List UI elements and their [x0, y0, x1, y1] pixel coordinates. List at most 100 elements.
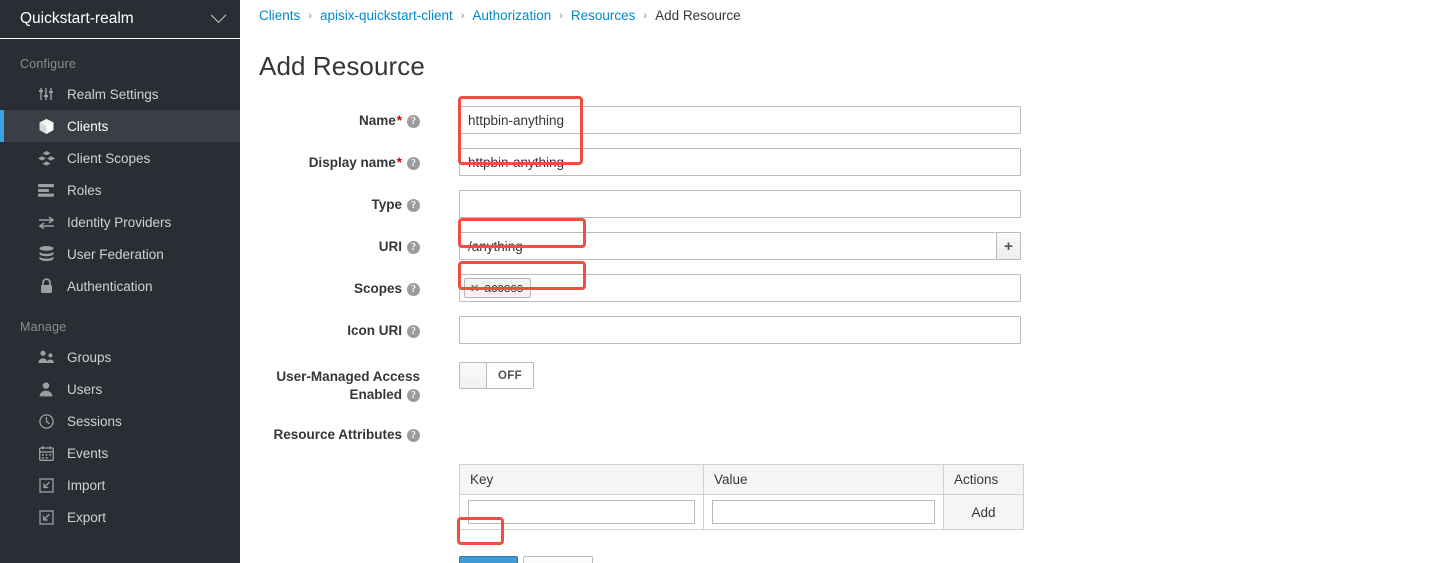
- label-type-text: Type: [371, 197, 402, 212]
- field-row-user-managed-access: User-Managed Access Enabled? OFF: [240, 360, 1439, 404]
- required-marker: *: [396, 155, 402, 170]
- label-resource-attributes-text: Resource Attributes: [273, 427, 402, 442]
- calendar-icon: [36, 444, 56, 462]
- type-input[interactable]: [459, 190, 1021, 218]
- help-circle-icon[interactable]: ?: [407, 325, 420, 338]
- label-user-managed-access: User-Managed Access Enabled?: [240, 360, 420, 404]
- sidebar-item-authentication[interactable]: Authentication: [0, 270, 240, 302]
- sidebar-item-groups[interactable]: Groups: [0, 341, 240, 373]
- sidebar-item-import[interactable]: Import: [0, 469, 240, 501]
- breadcrumb-item-client[interactable]: apisix-quickstart-client: [320, 8, 453, 23]
- resource-attributes-table-wrap: Key Value Actions Add: [459, 464, 1439, 530]
- scope-chip[interactable]: ✕ access: [464, 278, 532, 298]
- table-body: Add: [459, 494, 1024, 530]
- sidebar-item-realm-settings[interactable]: Realm Settings: [0, 78, 240, 110]
- sidebar-item-label: Groups: [67, 349, 112, 365]
- sidebar-item-sessions[interactable]: Sessions: [0, 405, 240, 437]
- icon-uri-input[interactable]: [459, 316, 1021, 344]
- sidebar-item-clients[interactable]: Clients: [0, 110, 240, 142]
- cancel-button[interactable]: Cancel: [522, 556, 593, 563]
- breadcrumb-separator-icon: ›: [308, 9, 312, 22]
- add-uri-button[interactable]: +: [996, 232, 1021, 260]
- help-circle-icon[interactable]: ?: [407, 389, 420, 402]
- sidebar-item-export[interactable]: Export: [0, 501, 240, 533]
- add-attribute-button[interactable]: Add: [943, 494, 1024, 530]
- resource-attributes-table: Key Value Actions Add: [459, 464, 1024, 530]
- scope-chip-label: access: [484, 281, 524, 295]
- table-row: Add: [459, 494, 1024, 530]
- breadcrumb: Clients › apisix-quickstart-client › Aut…: [240, 0, 1439, 26]
- sidebar-item-client-scopes[interactable]: Client Scopes: [0, 142, 240, 174]
- sidebar-item-roles[interactable]: Roles: [0, 174, 240, 206]
- label-uma-line2-wrap: Enabled?: [240, 386, 420, 404]
- import-arrow-icon: [36, 476, 56, 494]
- field-row-resource-attributes: Resource Attributes?: [240, 426, 1439, 458]
- field-row-type: Type?: [240, 188, 1439, 220]
- label-uma-line1: User-Managed Access: [276, 369, 420, 384]
- user-managed-access-toggle[interactable]: OFF: [459, 362, 534, 389]
- realm-selector[interactable]: Quickstart-realm: [0, 0, 240, 39]
- keycloak-admin-console: Quickstart-realm Configure Realm Setting…: [0, 0, 1439, 563]
- sidebar-item-label: Export: [67, 509, 107, 525]
- plus-icon: +: [1004, 237, 1013, 255]
- help-circle-icon[interactable]: ?: [407, 283, 420, 296]
- sidebar-item-events[interactable]: Events: [0, 437, 240, 469]
- control-uri: +: [459, 230, 1021, 260]
- label-uma-line2: Enabled: [349, 387, 402, 402]
- field-row-display-name: Display name*?: [240, 146, 1439, 178]
- sidebar-item-user-federation[interactable]: User Federation: [0, 238, 240, 270]
- lock-icon: [36, 277, 56, 295]
- sidebar-item-label: Sessions: [67, 413, 122, 429]
- cube-icon: [36, 117, 56, 135]
- sidebar-item-label: Events: [67, 445, 109, 461]
- label-uri-text: URI: [378, 239, 402, 254]
- nav-section-configure: Configure: [20, 57, 76, 71]
- breadcrumb-item-clients[interactable]: Clients: [259, 8, 300, 23]
- sidebar-item-label: Identity Providers: [67, 214, 172, 230]
- scopes-chips-input[interactable]: ✕ access: [459, 274, 1021, 302]
- help-circle-icon[interactable]: ?: [407, 429, 420, 442]
- help-circle-icon[interactable]: ?: [407, 241, 420, 254]
- field-row-name: Name*?: [240, 104, 1439, 136]
- column-header-key: Key: [459, 464, 704, 495]
- field-row-scopes: Scopes? ✕ access: [240, 272, 1439, 304]
- label-icon-uri-text: Icon URI: [347, 323, 402, 338]
- label-display-name: Display name*?: [240, 146, 420, 172]
- sidebar-item-identity-providers[interactable]: Identity Providers: [0, 206, 240, 238]
- export-arrow-icon: [36, 508, 56, 526]
- attribute-key-input[interactable]: [468, 500, 695, 524]
- sidebar-item-label: Import: [67, 477, 106, 493]
- breadcrumb-item-resources[interactable]: Resources: [571, 8, 636, 23]
- label-scopes-text: Scopes: [353, 281, 402, 296]
- cell-value: [703, 494, 944, 530]
- table-header-row: Key Value Actions: [459, 464, 1024, 495]
- label-type: Type?: [240, 188, 420, 214]
- sidebar-item-users[interactable]: Users: [0, 373, 240, 405]
- clock-icon: [36, 412, 56, 430]
- display-name-input[interactable]: [459, 148, 1021, 176]
- page-title: Add Resource: [259, 51, 425, 81]
- label-display-name-text: Display name: [308, 155, 396, 170]
- label-name: Name*?: [240, 104, 420, 130]
- sidebar-item-label: Realm Settings: [67, 86, 159, 102]
- help-circle-icon[interactable]: ?: [407, 157, 420, 170]
- close-x-icon[interactable]: ✕: [470, 282, 479, 295]
- control-name: [459, 104, 1021, 134]
- toggle-knob: [460, 363, 487, 388]
- label-name-text: Name: [358, 113, 396, 128]
- name-input[interactable]: [459, 106, 1021, 134]
- chevron-down-icon: [210, 6, 227, 23]
- database-icon: [36, 245, 56, 263]
- breadcrumb-item-authorization[interactable]: Authorization: [472, 8, 551, 23]
- breadcrumb-separator-icon: ›: [559, 9, 563, 22]
- uri-input[interactable]: [459, 232, 996, 260]
- attribute-value-input[interactable]: [712, 500, 935, 524]
- save-button[interactable]: Save: [459, 556, 518, 563]
- column-header-value: Value: [703, 464, 944, 495]
- sidebar-item-label: Authentication: [67, 278, 153, 294]
- help-circle-icon[interactable]: ?: [407, 115, 420, 128]
- help-circle-icon[interactable]: ?: [407, 199, 420, 212]
- control-user-managed-access: OFF: [459, 360, 534, 393]
- main-content: Clients › apisix-quickstart-client › Aut…: [240, 0, 1439, 563]
- control-display-name: [459, 146, 1021, 176]
